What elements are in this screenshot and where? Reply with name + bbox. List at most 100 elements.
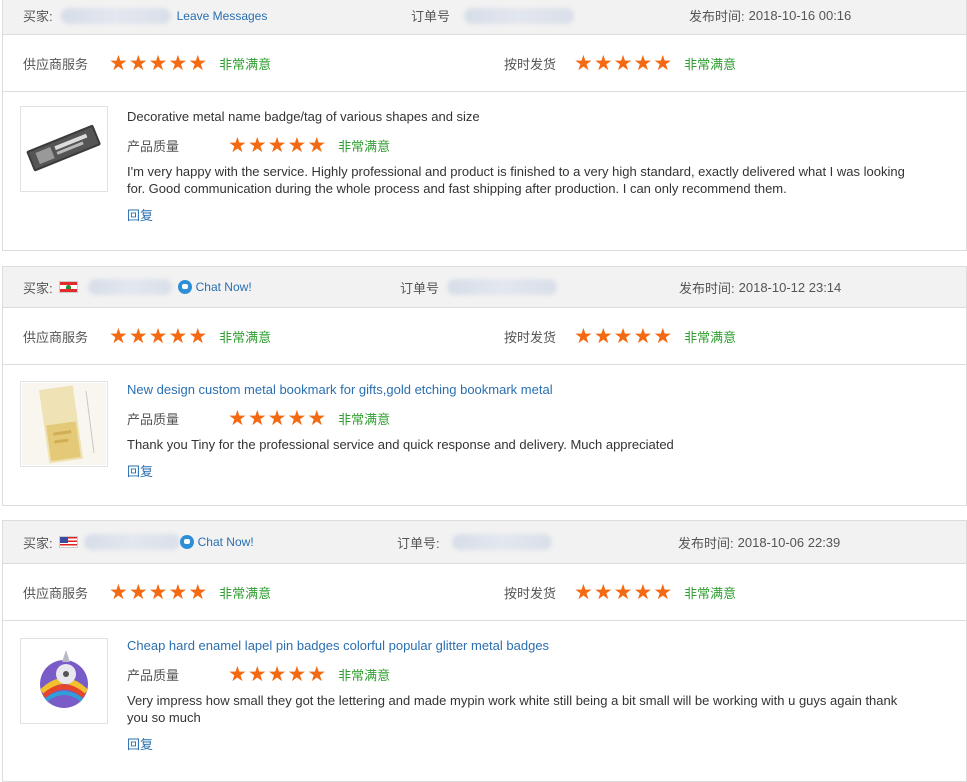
- supplier-service-satisfaction: 非常满意: [219, 329, 272, 345]
- product-quality-stars: ★ ★ ★ ★ ★: [228, 405, 327, 430]
- star-icon: ★: [574, 50, 593, 75]
- product-quality-label: 产品质量: [127, 667, 180, 683]
- on-time-stars: ★ ★ ★ ★ ★: [574, 323, 672, 348]
- order-number-blurred: [451, 534, 552, 550]
- star-icon: ★: [148, 323, 168, 348]
- reply-link[interactable]: 回复: [127, 461, 153, 480]
- review-header: 买家: Chat Now! 订单号 发布时间: 2018-10-12 23:14: [3, 267, 966, 308]
- star-icon: ★: [593, 323, 613, 348]
- quality-row: 产品质量 ★ ★ ★ ★ ★ 非常满意: [127, 663, 906, 685]
- order-label: 订单号: [400, 280, 440, 296]
- product-title[interactable]: Cheap hard enamel lapel pin badges color…: [127, 638, 906, 654]
- product-quality-satisfaction: 非常满意: [338, 138, 391, 154]
- buyer-name-blurred: [60, 7, 171, 24]
- star-icon: ★: [188, 323, 208, 348]
- product-title[interactable]: Decorative metal name badge/tag of vario…: [127, 109, 906, 125]
- supplier-service-label: 供应商服务: [23, 56, 89, 72]
- star-icon: ★: [228, 405, 247, 430]
- star-icon: ★: [267, 132, 287, 157]
- published-date: 2018-10-16 00:16: [748, 8, 852, 23]
- star-icon: ★: [267, 661, 287, 686]
- star-icon: ★: [168, 50, 188, 75]
- product-quality-stars: ★ ★ ★ ★ ★: [228, 132, 327, 157]
- star-icon: ★: [633, 579, 653, 604]
- review-card: 买家: Leave Messages 订单号 发布时间: 2018-10-16 …: [2, 0, 967, 251]
- order-number-blurred: [464, 7, 575, 24]
- usa-flag-icon: [58, 536, 78, 548]
- star-icon: ★: [168, 323, 188, 348]
- chat-now-link[interactable]: Chat Now!: [196, 280, 252, 294]
- star-icon: ★: [247, 132, 267, 157]
- star-icon: ★: [653, 579, 673, 604]
- review-comment: I'm very happy with the service. Highly …: [127, 164, 905, 196]
- on-time-label: 按时发货: [504, 329, 557, 345]
- star-icon: ★: [247, 661, 267, 686]
- star-icon: ★: [613, 50, 633, 75]
- on-time-label: 按时发货: [504, 585, 557, 601]
- star-icon: ★: [228, 661, 247, 686]
- order-label: 订单号: [411, 9, 451, 24]
- star-icon: ★: [188, 50, 208, 75]
- leave-messages-link[interactable]: Leave Messages: [177, 9, 268, 23]
- review-header: 买家: Chat Now! 订单号: 发布时间: 2018-10-06 22:3…: [3, 521, 966, 564]
- product-quality-stars: ★ ★ ★ ★ ★: [228, 661, 327, 686]
- published-date: 2018-10-06 22:39: [737, 534, 841, 550]
- order-number-blurred: [447, 279, 558, 295]
- reply-link[interactable]: 回复: [127, 205, 153, 224]
- on-time-satisfaction: 非常满意: [684, 329, 737, 345]
- chat-icon[interactable]: [179, 535, 194, 549]
- buyer-name-blurred: [83, 534, 180, 550]
- lebanon-flag-icon: [58, 281, 78, 293]
- review-comment: Very impress how small they got the lett…: [127, 693, 898, 725]
- review-comment: Thank you Tiny for the professional serv…: [127, 437, 674, 452]
- star-icon: ★: [188, 579, 208, 604]
- product-quality-satisfaction: 非常满意: [338, 411, 391, 427]
- product-quality-label: 产品质量: [127, 138, 180, 154]
- star-icon: ★: [148, 50, 168, 75]
- star-icon: ★: [307, 132, 327, 157]
- star-icon: ★: [574, 579, 593, 604]
- reply-link[interactable]: 回复: [127, 734, 153, 753]
- supplier-service-satisfaction: 非常满意: [219, 585, 272, 601]
- quality-row: 产品质量 ★ ★ ★ ★ ★ 非常满意: [127, 407, 906, 429]
- supplier-service-label: 供应商服务: [23, 585, 89, 601]
- supplier-service-stars: ★ ★ ★ ★ ★: [109, 579, 208, 604]
- review-card: 买家: Chat Now! 订单号 发布时间: 2018-10-12 23:14…: [2, 266, 967, 506]
- star-icon: ★: [593, 579, 613, 604]
- star-icon: ★: [633, 323, 653, 348]
- star-icon: ★: [633, 50, 653, 75]
- on-time-satisfaction: 非常满意: [684, 56, 737, 72]
- star-icon: ★: [574, 323, 593, 348]
- star-icon: ★: [307, 405, 327, 430]
- star-icon: ★: [128, 50, 148, 75]
- star-icon: ★: [148, 579, 168, 604]
- star-icon: ★: [128, 579, 148, 604]
- star-icon: ★: [593, 50, 613, 75]
- star-icon: ★: [287, 661, 307, 686]
- buyer-label: 买家:: [23, 535, 53, 551]
- star-icon: ★: [128, 323, 148, 348]
- supplier-service-satisfaction: 非常满意: [219, 56, 272, 72]
- product-title[interactable]: New design custom metal bookmark for gif…: [127, 382, 906, 398]
- product-thumbnail[interactable]: [20, 638, 108, 724]
- star-icon: ★: [247, 405, 267, 430]
- buyer-name-blurred: [87, 279, 172, 295]
- review-card: 买家: Chat Now! 订单号: 发布时间: 2018-10-06 22:3…: [2, 520, 967, 782]
- chat-now-link[interactable]: Chat Now!: [198, 535, 254, 549]
- published-date: 2018-10-12 23:14: [738, 279, 842, 295]
- star-icon: ★: [287, 405, 307, 430]
- star-icon: ★: [307, 661, 327, 686]
- star-icon: ★: [287, 132, 307, 157]
- product-thumbnail[interactable]: [20, 381, 108, 467]
- rating-row: 供应商服务 ★ ★ ★ ★ ★ 非常满意 按时发货 ★ ★ ★ ★ ★ 非常满意: [3, 308, 966, 365]
- star-icon: ★: [109, 323, 128, 348]
- published-label: 发布时间:: [678, 535, 734, 551]
- supplier-service-label: 供应商服务: [23, 329, 89, 345]
- chat-icon[interactable]: [177, 280, 192, 294]
- star-icon: ★: [267, 405, 287, 430]
- enamel-pin-image: [39, 650, 89, 708]
- star-icon: ★: [109, 579, 128, 604]
- supplier-service-stars: ★ ★ ★ ★ ★: [109, 323, 208, 348]
- product-thumbnail[interactable]: [20, 106, 108, 192]
- published-label: 发布时间:: [679, 280, 735, 296]
